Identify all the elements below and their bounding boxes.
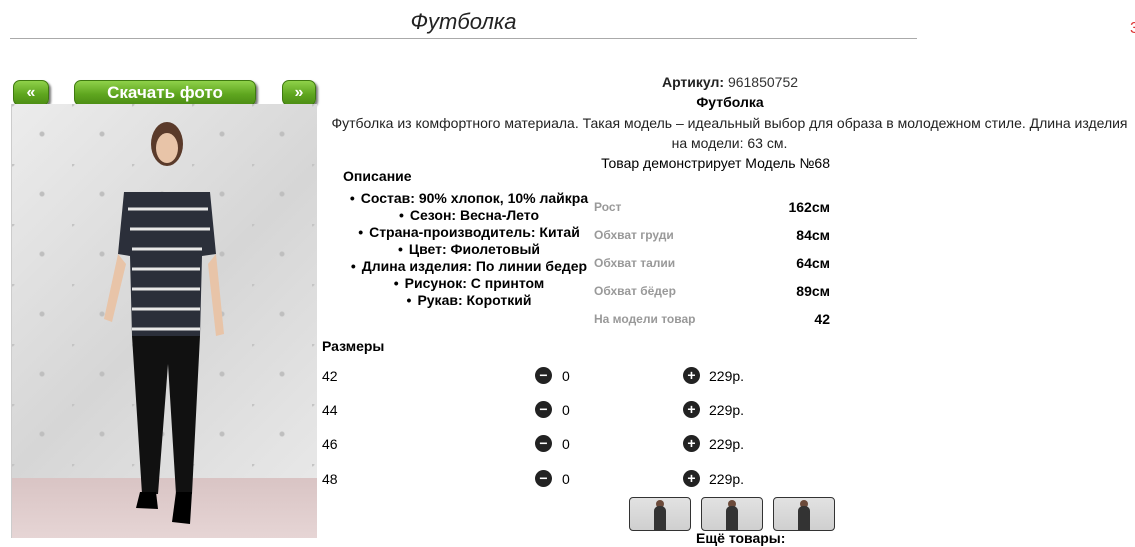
description-heading: Описание [343, 168, 412, 184]
feature-item: Сезон: Весна-Лето [340, 207, 598, 224]
sku-label: Артикул: [661, 74, 725, 90]
feature-item: Состав: 90% хлопок, 10% лайкра [340, 190, 598, 207]
feature-item: Рисунок: С принтом [340, 275, 598, 292]
size-row: 48 − 0 + 229р. [322, 469, 762, 489]
quantity-value: 0 [562, 368, 570, 384]
size-label: 48 [322, 471, 338, 487]
thumbnail-figure [798, 506, 810, 530]
measurement-value: 64см [796, 255, 830, 271]
quantity-value: 0 [562, 471, 570, 487]
size-row: 46 − 0 + 229р. [322, 434, 762, 454]
more-goods-heading: Ещё товары: [696, 530, 786, 546]
size-price: 229р. [709, 402, 745, 418]
quantity-value: 0 [562, 402, 570, 418]
feature-item: Страна-производитель: Китай [340, 224, 598, 241]
decrease-quantity-button[interactable]: − [535, 435, 552, 452]
sku-value: 961850752 [727, 74, 799, 90]
size-row: 42 − 0 + 229р. [322, 366, 762, 386]
measurement-label: Рост [594, 200, 622, 214]
measurement-label: На модели товар [594, 312, 696, 326]
size-row: 44 − 0 + 229р. [322, 400, 762, 420]
product-name: Футболка [696, 94, 764, 110]
feature-item: Рукав: Короткий [340, 292, 598, 309]
measurement-value: 84см [796, 227, 830, 243]
next-photo-button[interactable]: » [282, 80, 316, 106]
download-photo-button[interactable]: Скачать фото [74, 80, 256, 106]
feature-list: Состав: 90% хлопок, 10% лайкра Сезон: Ве… [340, 190, 598, 309]
product-photo[interactable] [11, 104, 317, 538]
product-sku: Артикул: 961850752 [500, 74, 960, 90]
measurement-value: 89см [796, 283, 830, 299]
measurement-row: Обхват талии 64см [594, 254, 830, 282]
page-title: Футболка [410, 9, 517, 34]
edge-mark: 3 [1130, 20, 1135, 37]
measurement-row: На модели товар 42 [594, 310, 830, 338]
measurement-label: Обхват бёдер [594, 284, 676, 298]
model-note: Товар демонстрирует Модель №68 [601, 155, 830, 171]
measurement-row: Рост 162см [594, 198, 830, 226]
feature-item: Цвет: Фиолетовый [340, 241, 598, 258]
increase-quantity-button[interactable]: + [683, 367, 700, 384]
decrease-quantity-button[interactable]: − [535, 401, 552, 418]
size-price: 229р. [709, 436, 745, 452]
photo-thumbnail[interactable] [629, 497, 691, 531]
photo-thumbnail[interactable] [701, 497, 763, 531]
size-price: 229р. [709, 368, 745, 384]
sizes-heading: Размеры [322, 338, 385, 354]
photo-thumbnail[interactable] [773, 497, 835, 531]
thumbnail-figure [654, 506, 666, 530]
measurement-value: 42 [814, 311, 830, 327]
measurement-label: Обхват талии [594, 256, 676, 270]
title-divider [10, 38, 917, 39]
quantity-value: 0 [562, 436, 570, 452]
size-label: 44 [322, 402, 338, 418]
model-figure [104, 122, 224, 524]
size-label: 42 [322, 368, 338, 384]
increase-quantity-button[interactable]: + [683, 470, 700, 487]
previous-photo-button[interactable]: « [13, 80, 49, 106]
measurement-label: Обхват груди [594, 228, 674, 242]
decrease-quantity-button[interactable]: − [535, 470, 552, 487]
size-price: 229р. [709, 471, 745, 487]
measurement-value: 162см [788, 199, 830, 215]
feature-item: Длина изделия: По линии бедер [340, 258, 598, 275]
thumbnail-figure [726, 506, 738, 530]
product-description: Футболка из комфортного материала. Такая… [331, 115, 1128, 151]
measurement-row: Обхват бёдер 89см [594, 282, 830, 310]
size-label: 46 [322, 436, 338, 452]
increase-quantity-button[interactable]: + [683, 401, 700, 418]
measurement-row: Обхват груди 84см [594, 226, 830, 254]
increase-quantity-button[interactable]: + [683, 435, 700, 452]
decrease-quantity-button[interactable]: − [535, 367, 552, 384]
